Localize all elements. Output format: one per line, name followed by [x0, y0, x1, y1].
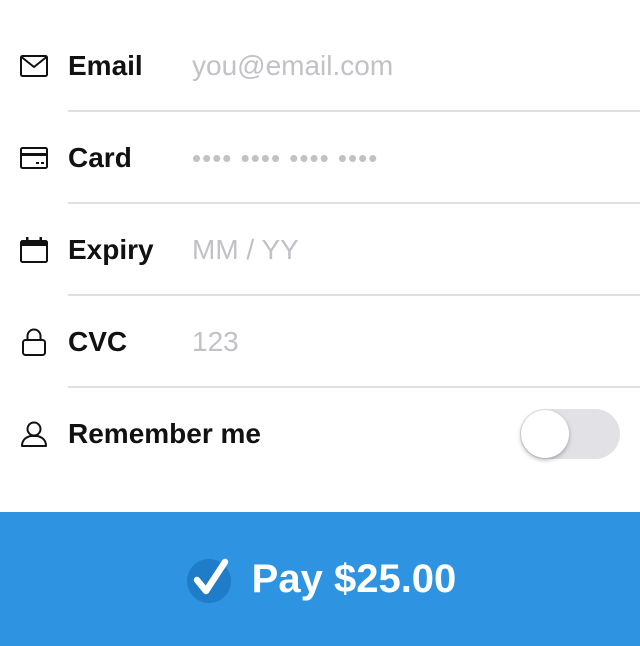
pay-button[interactable]: Pay $25.00	[0, 512, 640, 646]
cvc-field[interactable]	[192, 322, 612, 362]
lock-icon	[20, 328, 48, 356]
expiry-row: Expiry	[0, 204, 640, 296]
card-label: Card	[68, 142, 132, 173]
pay-button-label: Pay $25.00	[251, 556, 457, 601]
cvc-row: CVC	[0, 296, 640, 388]
calendar-icon	[20, 236, 48, 264]
expiry-field[interactable]	[192, 230, 612, 270]
remember-row: Remember me	[0, 388, 640, 480]
email-label: Email	[68, 50, 143, 81]
envelope-icon	[20, 52, 48, 80]
card-row: Card	[0, 112, 640, 204]
card-number-field[interactable]	[192, 138, 612, 178]
user-icon	[20, 420, 48, 448]
credit-card-icon	[20, 144, 48, 172]
toggle-knob	[521, 410, 569, 458]
checkmark-icon	[184, 554, 234, 604]
remember-label: Remember me	[68, 418, 261, 449]
expiry-label: Expiry	[68, 234, 154, 265]
email-row: Email	[0, 20, 640, 112]
cvc-label: CVC	[68, 326, 128, 357]
email-field[interactable]	[192, 46, 612, 86]
remember-toggle[interactable]	[520, 409, 620, 459]
